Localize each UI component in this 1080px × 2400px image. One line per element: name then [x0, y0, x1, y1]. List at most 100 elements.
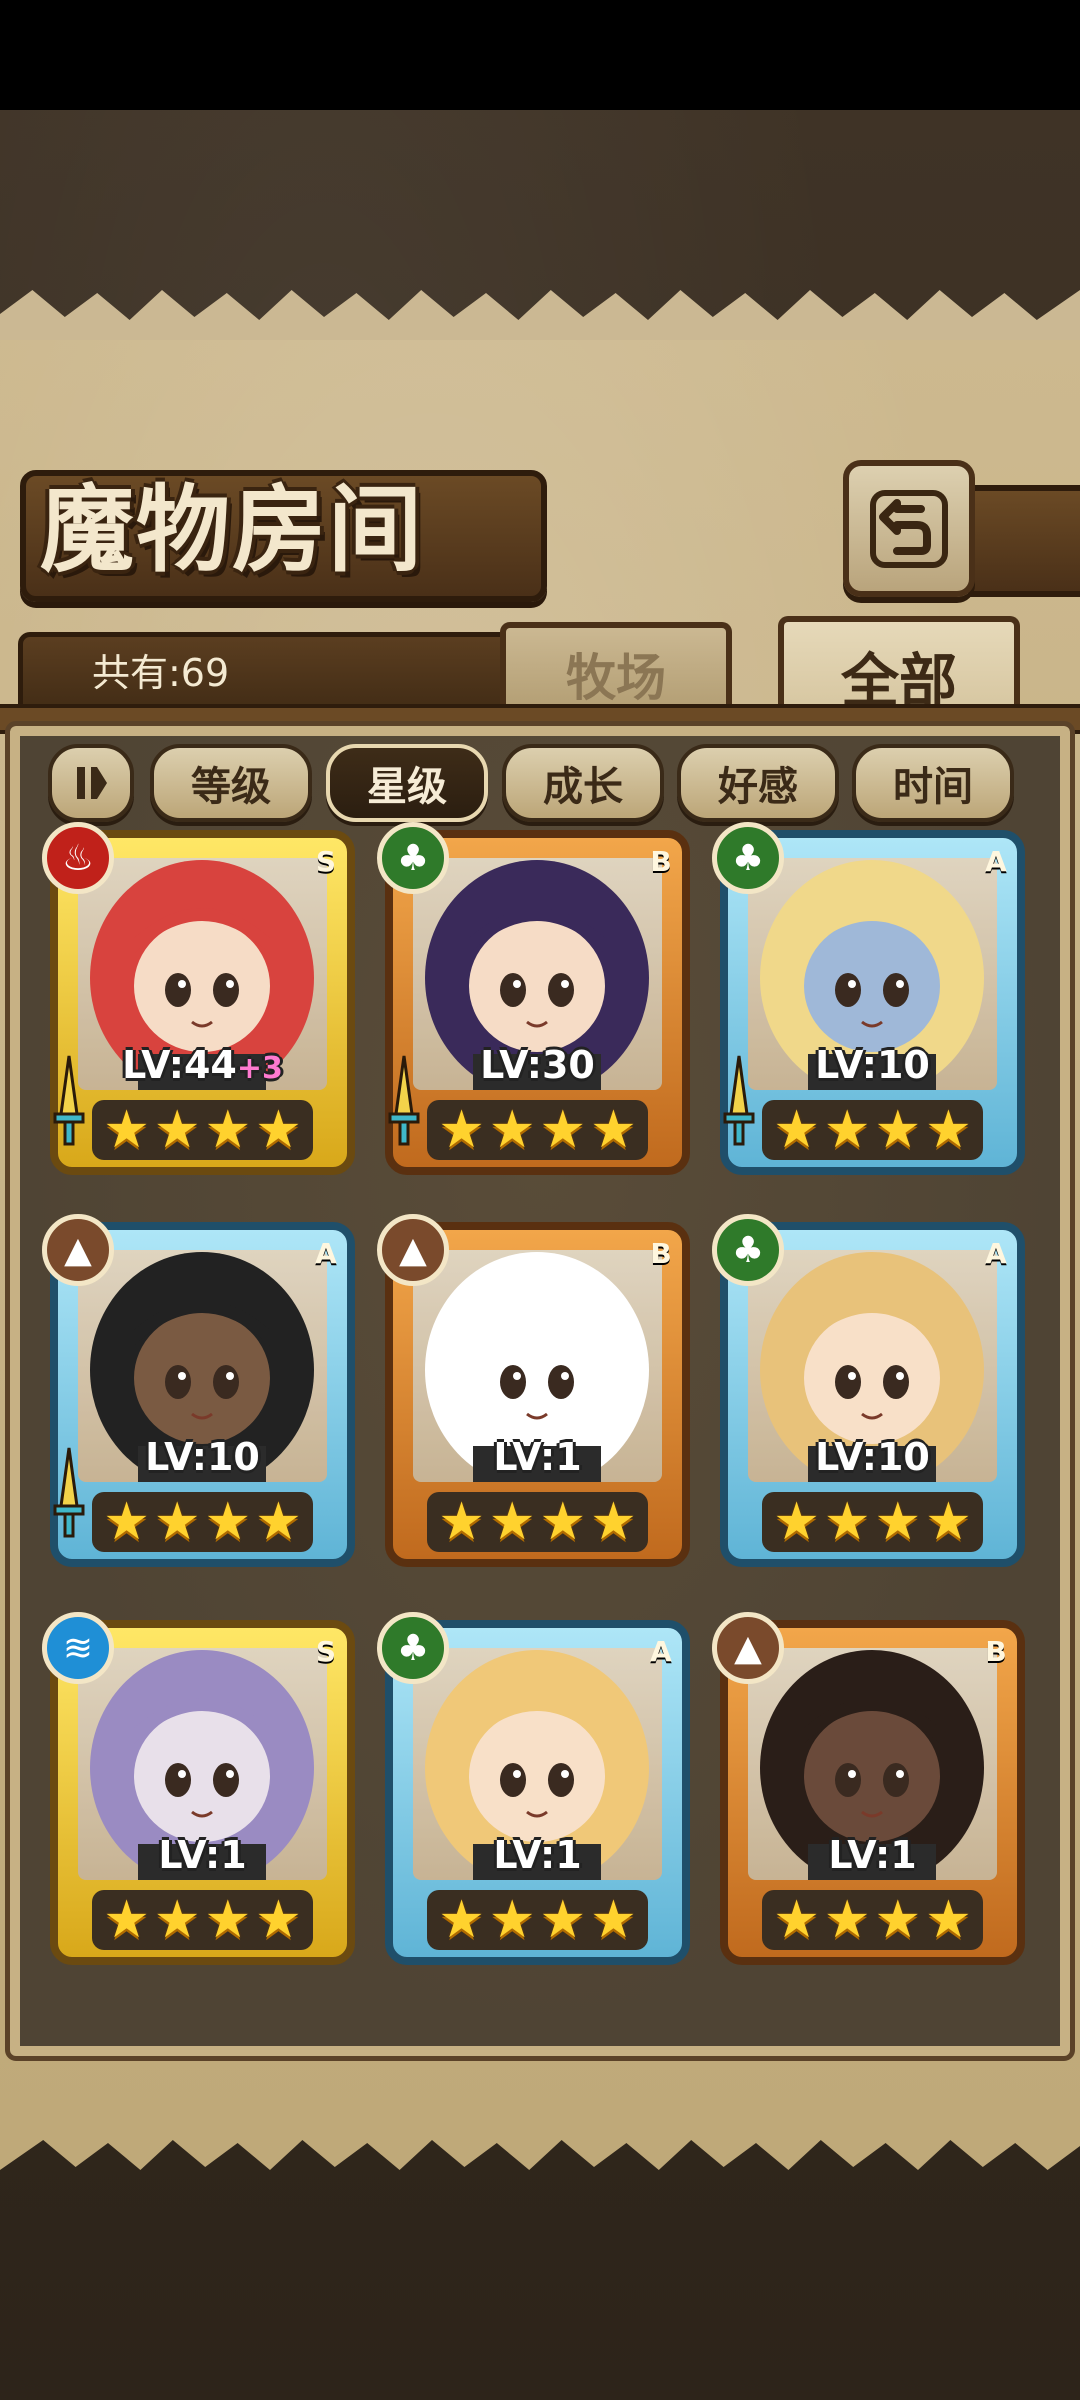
- mountain-icon: ▲: [42, 1214, 114, 1286]
- monster-card[interactable]: B ♣ LV:30 ★ ★ ★ ★: [377, 822, 690, 1175]
- star-icon: ★: [590, 1492, 637, 1552]
- star-icon: ★: [204, 1100, 252, 1160]
- level-text: LV:44: [122, 1043, 237, 1087]
- star-icon: ★: [103, 1492, 150, 1552]
- star-rating: ★ ★ ★ ★: [92, 1492, 313, 1552]
- star-icon: ★: [438, 1890, 485, 1950]
- star-icon: ★: [255, 1100, 302, 1160]
- star-icon: ★: [204, 1890, 252, 1950]
- monster-card[interactable]: B ▲ LV:1 ★ ★ ★ ★: [712, 1612, 1025, 1965]
- level-text: LV:1: [828, 1833, 917, 1877]
- rank-badge: A: [650, 1635, 672, 1668]
- star-icon: ★: [823, 1100, 871, 1160]
- sort-affection-button[interactable]: 好感: [677, 744, 839, 822]
- leaf-icon: ♣: [712, 822, 784, 894]
- star-icon: ★: [204, 1492, 252, 1552]
- fire-icon: ♨: [42, 822, 114, 894]
- monster-card[interactable]: S ♨ LV:44+3 ★ ★ ★ ★: [42, 822, 355, 1175]
- star-icon: ★: [438, 1492, 485, 1552]
- star-icon: ★: [925, 1100, 972, 1160]
- level-text: LV:1: [493, 1833, 582, 1877]
- monster-card[interactable]: S ≋ LV:1 ★ ★ ★ ★: [42, 1612, 355, 1965]
- star-icon: ★: [773, 1492, 820, 1552]
- rank-badge: B: [985, 1635, 1007, 1668]
- star-rating: ★ ★ ★ ★: [92, 1100, 313, 1160]
- star-icon: ★: [925, 1492, 972, 1552]
- star-icon: ★: [874, 1492, 922, 1552]
- monster-card[interactable]: B ▲ LV:1 ★ ★ ★ ★: [377, 1214, 690, 1567]
- monster-count: 共有:69: [92, 651, 230, 695]
- level-text: LV:10: [145, 1435, 260, 1479]
- star-icon: ★: [823, 1492, 871, 1552]
- monster-level: LV:30: [393, 1043, 682, 1087]
- star-icon: ★: [925, 1890, 972, 1950]
- star-icon: ★: [153, 1890, 201, 1950]
- back-arrow-icon: [870, 489, 948, 568]
- star-rating: ★ ★ ★ ★: [427, 1492, 648, 1552]
- star-icon: ★: [103, 1890, 150, 1950]
- back-button-rail: [968, 485, 1080, 597]
- star-icon: ★: [773, 1890, 820, 1950]
- monster-level: LV:10: [728, 1435, 1017, 1479]
- sort-growth-button[interactable]: 成长: [502, 744, 664, 822]
- star-rating: ★ ★ ★ ★: [427, 1890, 648, 1950]
- rank-badge: S: [315, 1635, 337, 1668]
- monster-level: LV:10: [58, 1435, 347, 1479]
- star-rating: ★ ★ ★ ★: [762, 1890, 983, 1950]
- pause-bars-icon: [77, 767, 107, 799]
- mountain-icon: ▲: [377, 1214, 449, 1286]
- star-icon: ★: [438, 1100, 485, 1160]
- level-text: LV:1: [158, 1833, 247, 1877]
- star-icon: ★: [153, 1100, 201, 1160]
- sort-time-button[interactable]: 时间: [852, 744, 1014, 822]
- mountain-icon: ▲: [712, 1612, 784, 1684]
- star-rating: ★ ★ ★ ★: [762, 1100, 983, 1160]
- star-icon: ★: [773, 1100, 820, 1160]
- monster-level: LV:44+3: [58, 1043, 347, 1087]
- star-icon: ★: [153, 1492, 201, 1552]
- star-icon: ★: [823, 1890, 871, 1950]
- star-icon: ★: [103, 1100, 150, 1160]
- level-text: LV:1: [493, 1435, 582, 1479]
- level-text: LV:10: [815, 1043, 930, 1087]
- leaf-icon: ♣: [712, 1214, 784, 1286]
- star-icon: ★: [255, 1890, 302, 1950]
- rank-badge: B: [650, 1237, 672, 1270]
- rank-badge: A: [985, 1237, 1007, 1270]
- star-icon: ★: [539, 1492, 587, 1552]
- sort-order-toggle[interactable]: [48, 744, 134, 822]
- monster-level: LV:1: [393, 1435, 682, 1479]
- rank-badge: B: [650, 845, 672, 878]
- leaf-icon: ♣: [377, 822, 449, 894]
- sort-level-button[interactable]: 等级: [150, 744, 312, 822]
- star-rating: ★ ★ ★ ★: [427, 1100, 648, 1160]
- monster-card[interactable]: A ▲ LV:10 ★ ★ ★ ★: [42, 1214, 355, 1567]
- back-button[interactable]: [843, 460, 975, 597]
- star-rating: ★ ★ ★ ★: [762, 1492, 983, 1552]
- monster-level: LV:1: [393, 1833, 682, 1877]
- star-icon: ★: [488, 1890, 536, 1950]
- star-icon: ★: [590, 1100, 637, 1160]
- level-text: LV:10: [815, 1435, 930, 1479]
- sort-star-button[interactable]: 星级: [326, 744, 488, 822]
- star-icon: ★: [539, 1100, 587, 1160]
- rank-badge: S: [315, 845, 337, 878]
- page-title: 魔物房间: [40, 475, 425, 585]
- monster-level: LV:1: [728, 1833, 1017, 1877]
- water-waves-icon: ≋: [42, 1612, 114, 1684]
- star-icon: ★: [255, 1492, 302, 1552]
- monster-level: LV:1: [58, 1833, 347, 1877]
- star-icon: ★: [488, 1492, 536, 1552]
- monster-card[interactable]: A ♣ LV:1 ★ ★ ★ ★: [377, 1612, 690, 1965]
- level-bonus: +3: [236, 1051, 283, 1086]
- level-text: LV:30: [480, 1043, 595, 1087]
- star-icon: ★: [874, 1100, 922, 1160]
- monster-level: LV:10: [728, 1043, 1017, 1087]
- star-rating: ★ ★ ★ ★: [92, 1890, 313, 1950]
- monster-card[interactable]: A ♣ LV:10 ★ ★ ★ ★: [712, 1214, 1025, 1567]
- monster-card[interactable]: A ♣ LV:10 ★ ★ ★ ★: [712, 822, 1025, 1175]
- status-bar-area: [0, 0, 1080, 110]
- star-icon: ★: [539, 1890, 587, 1950]
- star-icon: ★: [874, 1890, 922, 1950]
- leaf-icon: ♣: [377, 1612, 449, 1684]
